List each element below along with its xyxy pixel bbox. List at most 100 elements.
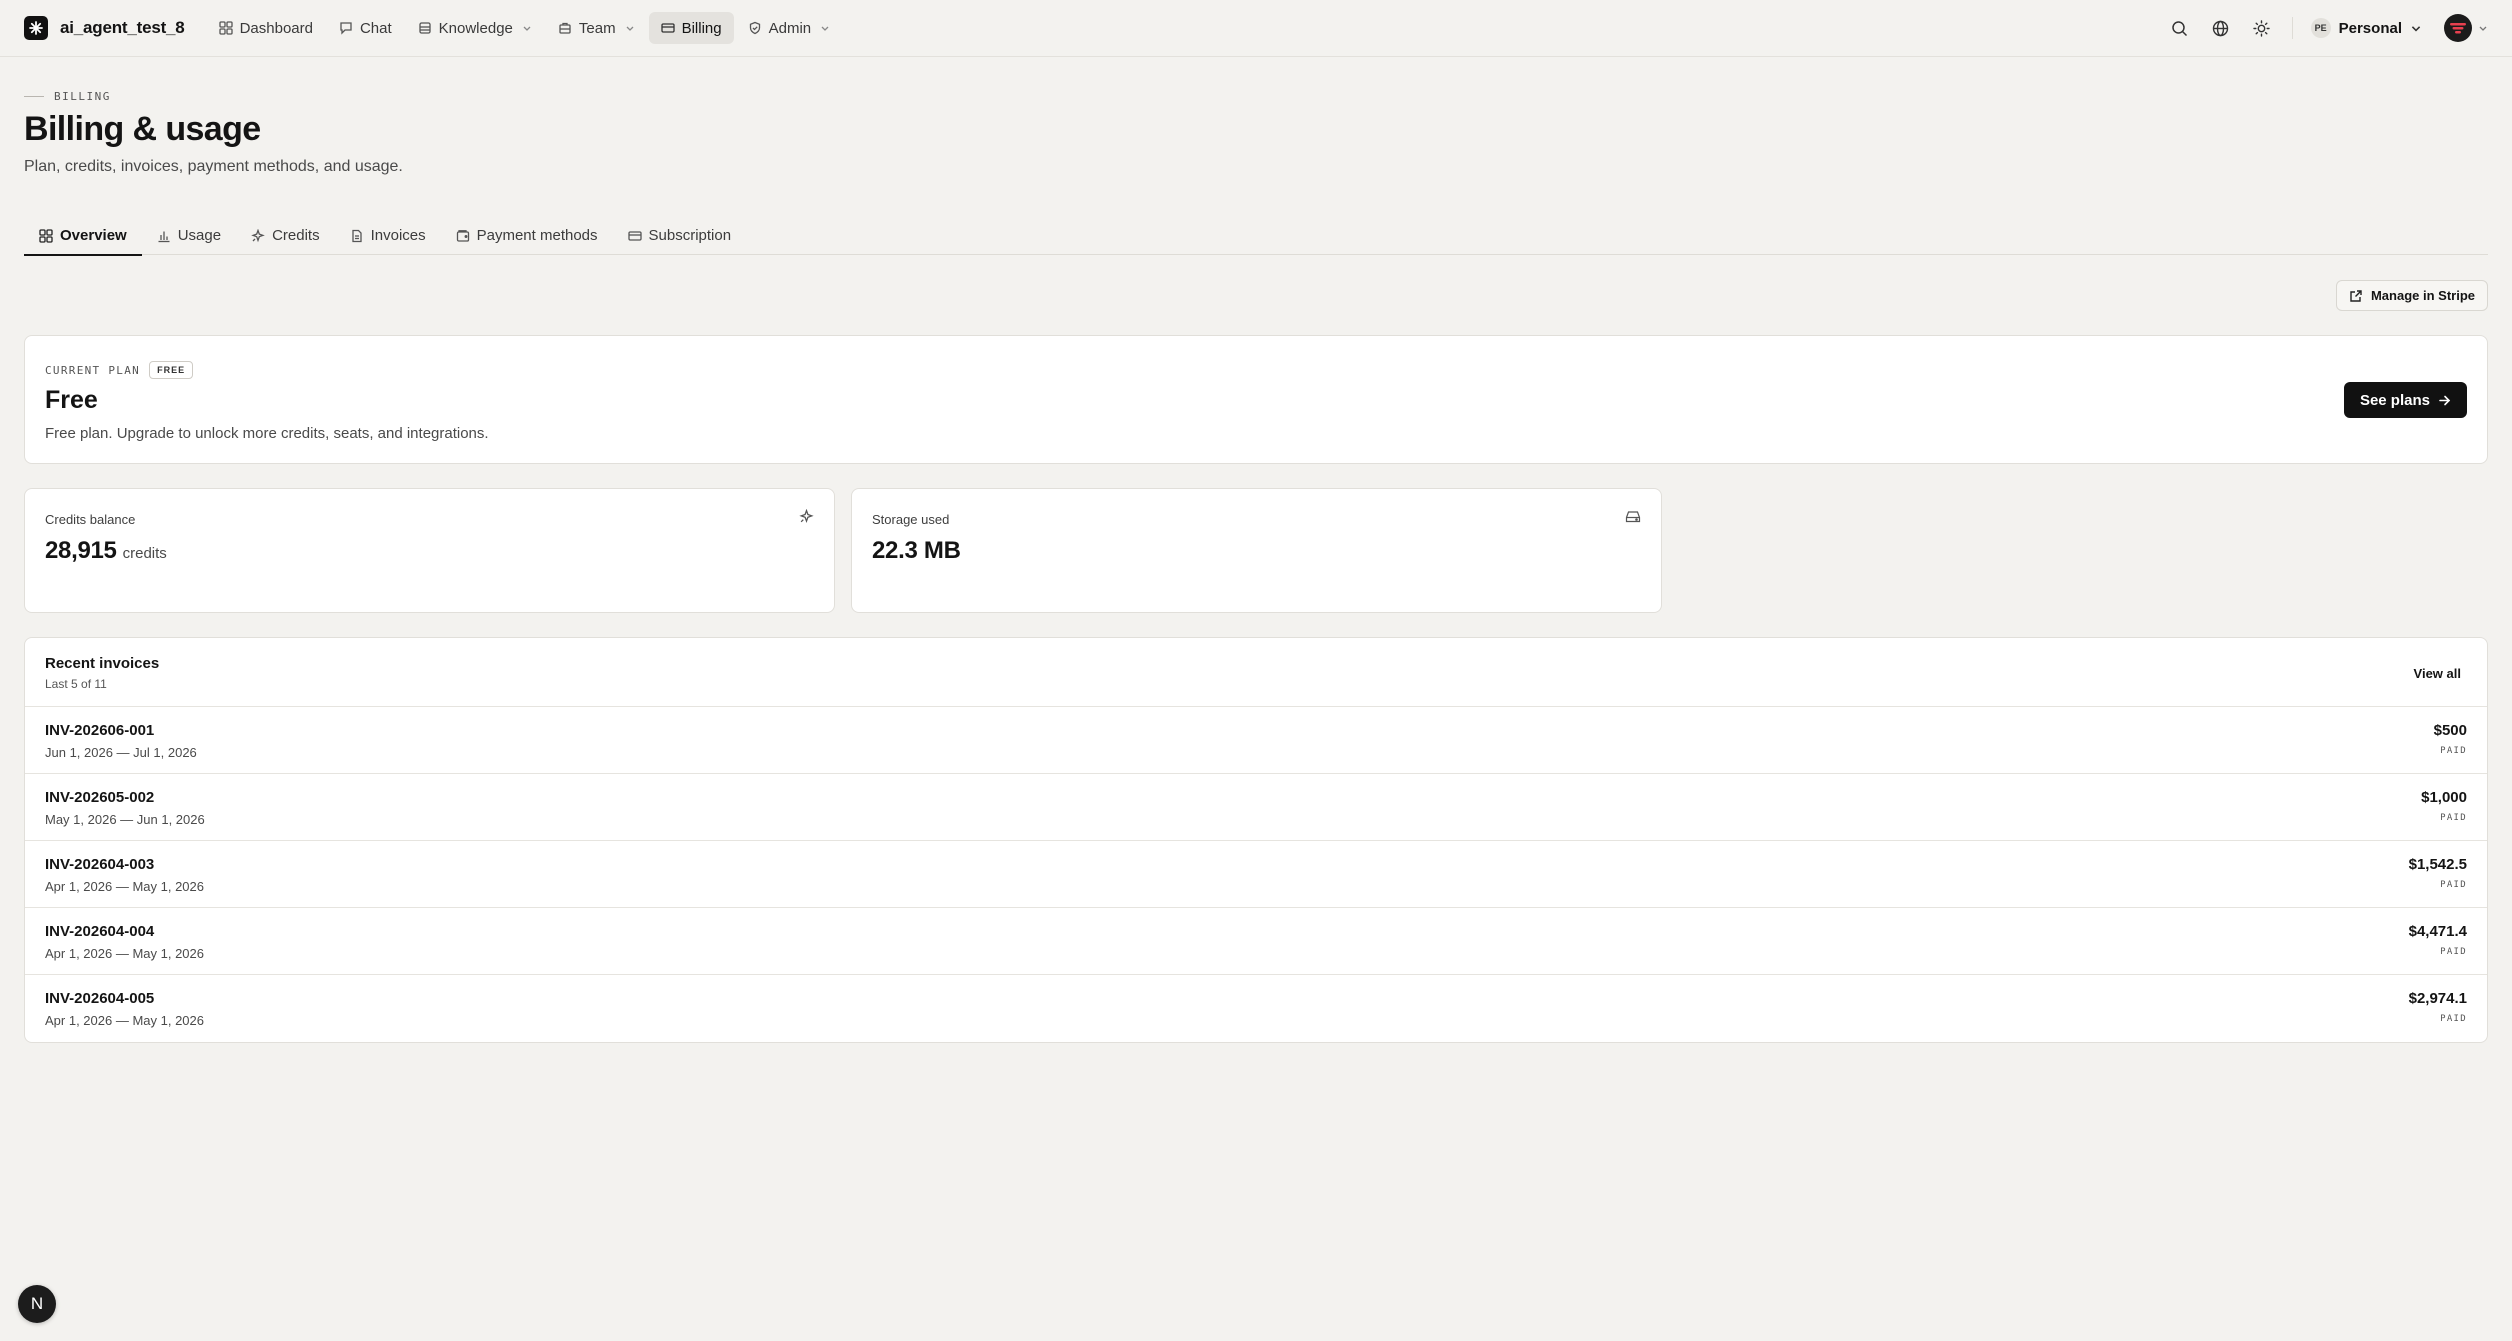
nav-chat[interactable]: Chat xyxy=(327,12,404,44)
invoice-id: INV-202604-004 xyxy=(45,923,155,940)
globe-icon xyxy=(2212,20,2229,36)
current-plan-card: CURRENT PLAN FREE Free Free plan. Upgrad… xyxy=(24,335,2488,464)
page-eyebrow: BILLING xyxy=(24,90,111,103)
invoice-status: PAID xyxy=(2440,746,2467,756)
nav-billing[interactable]: Billing xyxy=(648,12,734,44)
invoice-amount: $2,974.1 xyxy=(2408,990,2467,1007)
nav-admin-label: Admin xyxy=(768,19,812,37)
credits-balance-value-row: 28,915 credits xyxy=(45,537,167,565)
tab-usage[interactable]: Usage xyxy=(142,216,236,255)
invoice-status: PAID xyxy=(2440,947,2467,957)
app-name: ai_agent_test_8 xyxy=(60,18,185,37)
invoice-row[interactable]: INV-202605-002 May 1, 2026 — Jun 1, 2026… xyxy=(25,774,2487,841)
shield-icon xyxy=(749,21,760,35)
invoice-status: PAID xyxy=(2440,1014,2467,1024)
invoice-row[interactable]: INV-202604-003 Apr 1, 2026 — May 1, 2026… xyxy=(25,841,2487,908)
external-link-icon xyxy=(2350,289,2362,302)
brand[interactable]: ai_agent_test_8 xyxy=(24,16,185,40)
dashboard-icon xyxy=(218,21,233,35)
drive-icon xyxy=(1625,511,1641,523)
plan-label: CURRENT PLAN xyxy=(45,363,141,377)
bar-chart-icon xyxy=(158,231,170,242)
nav-dashboard-label: Dashboard xyxy=(239,19,313,37)
plan-label-row: CURRENT PLAN FREE xyxy=(45,361,194,379)
manage-in-stripe-button[interactable]: Manage in Stripe xyxy=(2335,280,2488,311)
invoice-amount: $1,542.5 xyxy=(2408,856,2467,873)
tab-usage-label: Usage xyxy=(177,227,222,244)
theme-toggle[interactable] xyxy=(2246,12,2278,44)
team-icon xyxy=(559,22,571,34)
page-subtitle: Plan, credits, invoices, payment methods… xyxy=(24,158,403,175)
chevron-down-icon xyxy=(2479,26,2487,31)
chevron-down-icon xyxy=(821,26,829,31)
recent-invoices-header: Recent invoices Last 5 of 11 View all xyxy=(25,638,2487,707)
workspace-label: Personal xyxy=(2338,19,2402,37)
nav-divider xyxy=(2291,17,2293,39)
tab-payment-methods[interactable]: Payment methods xyxy=(441,216,613,255)
invoice-status: PAID xyxy=(2440,880,2467,890)
page-title: Billing & usage xyxy=(24,110,261,148)
avatar-logo-icon xyxy=(2450,23,2466,34)
recent-invoices-card: Recent invoices Last 5 of 11 View all IN… xyxy=(24,637,2488,1043)
invoice-id: INV-202604-003 xyxy=(45,856,155,873)
tab-subscription-label: Subscription xyxy=(648,227,732,244)
tab-payment-methods-label: Payment methods xyxy=(476,227,598,244)
invoice-amount: $1,000 xyxy=(2421,789,2467,806)
user-menu[interactable] xyxy=(2444,14,2488,42)
invoice-amount: $4,471.4 xyxy=(2408,923,2467,940)
view-all-button[interactable]: View all xyxy=(2408,662,2467,685)
eyebrow-line xyxy=(24,96,44,97)
language-button[interactable] xyxy=(2205,12,2237,44)
credits-balance-value: 28,915 xyxy=(45,537,117,564)
credits-balance-card: Credits balance 28,915 credits xyxy=(24,488,835,613)
nav-team[interactable]: Team xyxy=(546,12,647,44)
plan-badge: FREE xyxy=(149,361,194,379)
sparkle-icon xyxy=(799,509,814,523)
invoice-row[interactable]: INV-202604-004 Apr 1, 2026 — May 1, 2026… xyxy=(25,908,2487,975)
recent-invoices-count: Last 5 of 11 xyxy=(45,677,107,691)
see-plans-button[interactable]: See plans xyxy=(2343,382,2467,418)
credits-balance-unit: credits xyxy=(122,545,167,562)
tab-credits[interactable]: Credits xyxy=(236,216,335,255)
chevron-down-icon xyxy=(2411,26,2421,32)
tab-overview-label: Overview xyxy=(60,227,127,244)
chat-icon xyxy=(340,22,352,35)
tab-invoices[interactable]: Invoices xyxy=(335,216,441,255)
chevron-down-icon xyxy=(626,26,634,31)
invoice-period: Apr 1, 2026 — May 1, 2026 xyxy=(45,879,204,894)
invoice-period: Jun 1, 2026 — Jul 1, 2026 xyxy=(45,745,197,760)
sun-icon xyxy=(2253,19,2270,37)
invoice-status: PAID xyxy=(2440,813,2467,823)
logo-icon xyxy=(24,16,48,40)
nav-dashboard[interactable]: Dashboard xyxy=(207,12,325,44)
nav-chat-label: Chat xyxy=(359,19,392,37)
invoice-period: May 1, 2026 — Jun 1, 2026 xyxy=(45,812,205,827)
storage-used-value-row: 22.3 MB xyxy=(872,537,961,565)
search-button[interactable] xyxy=(2164,12,2196,44)
invoice-row[interactable]: INV-202604-005 Apr 1, 2026 — May 1, 2026… xyxy=(25,975,2487,1042)
card-icon xyxy=(627,230,642,241)
storage-used-label: Storage used xyxy=(872,512,950,527)
storage-used-card: Storage used 22.3 MB xyxy=(851,488,1662,613)
search-icon xyxy=(2172,20,2188,36)
database-icon xyxy=(419,22,431,34)
billing-tabs: Overview Usage Credits Invoices Payment … xyxy=(24,216,2488,256)
nav-knowledge-label: Knowledge xyxy=(438,19,513,37)
invoice-id: INV-202605-002 xyxy=(45,789,155,806)
arrow-right-icon xyxy=(2439,395,2451,405)
floating-n-badge[interactable]: N xyxy=(18,1285,56,1323)
wallet-icon xyxy=(456,229,469,242)
invoice-id: INV-202604-005 xyxy=(45,990,155,1007)
chevron-down-icon xyxy=(523,26,531,31)
invoice-row[interactable]: INV-202606-001 Jun 1, 2026 — Jul 1, 2026… xyxy=(25,707,2487,774)
invoice-period: Apr 1, 2026 — May 1, 2026 xyxy=(45,1013,204,1028)
recent-invoices-title: Recent invoices xyxy=(45,655,160,672)
nav-knowledge[interactable]: Knowledge xyxy=(406,12,544,44)
tab-overview[interactable]: Overview xyxy=(24,216,142,256)
workspace-badge: PE xyxy=(2310,18,2331,38)
tab-subscription[interactable]: Subscription xyxy=(613,216,747,255)
nav-admin[interactable]: Admin xyxy=(736,12,843,44)
see-plans-label: See plans xyxy=(2359,391,2430,409)
invoice-id: INV-202606-001 xyxy=(45,722,155,739)
workspace-switcher[interactable]: PE Personal xyxy=(2303,12,2430,44)
